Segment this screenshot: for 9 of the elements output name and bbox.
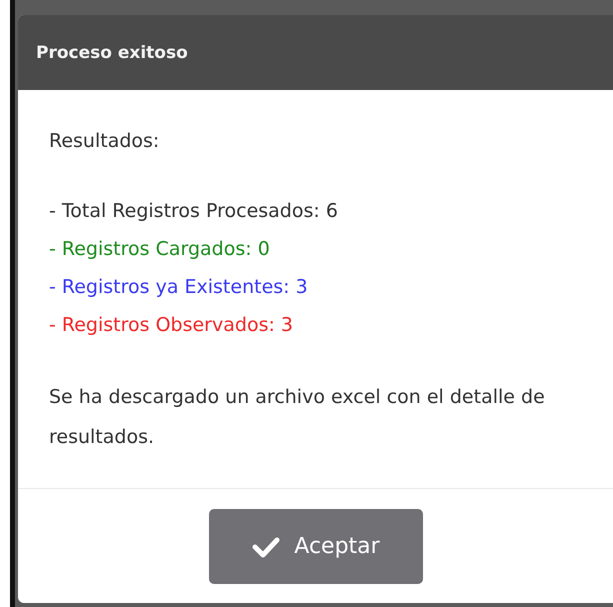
results-heading: Resultados: [49, 130, 160, 152]
result-line: - Registros ya Existentes: 3 [49, 275, 309, 300]
result-line: - Registros Cargados: 0 [49, 237, 271, 262]
dialog-title: Proceso exitoso [36, 42, 188, 62]
message-text: Se ha descargado un archivo excel con el detalle de resultados. [49, 385, 546, 450]
accept-button[interactable]: Aceptar [209, 509, 423, 584]
result-line: - Registros Observados: 3 [49, 313, 294, 338]
result-line: - Total Registros Procesados: 6 [49, 199, 339, 224]
checkmark-icon [252, 536, 280, 558]
